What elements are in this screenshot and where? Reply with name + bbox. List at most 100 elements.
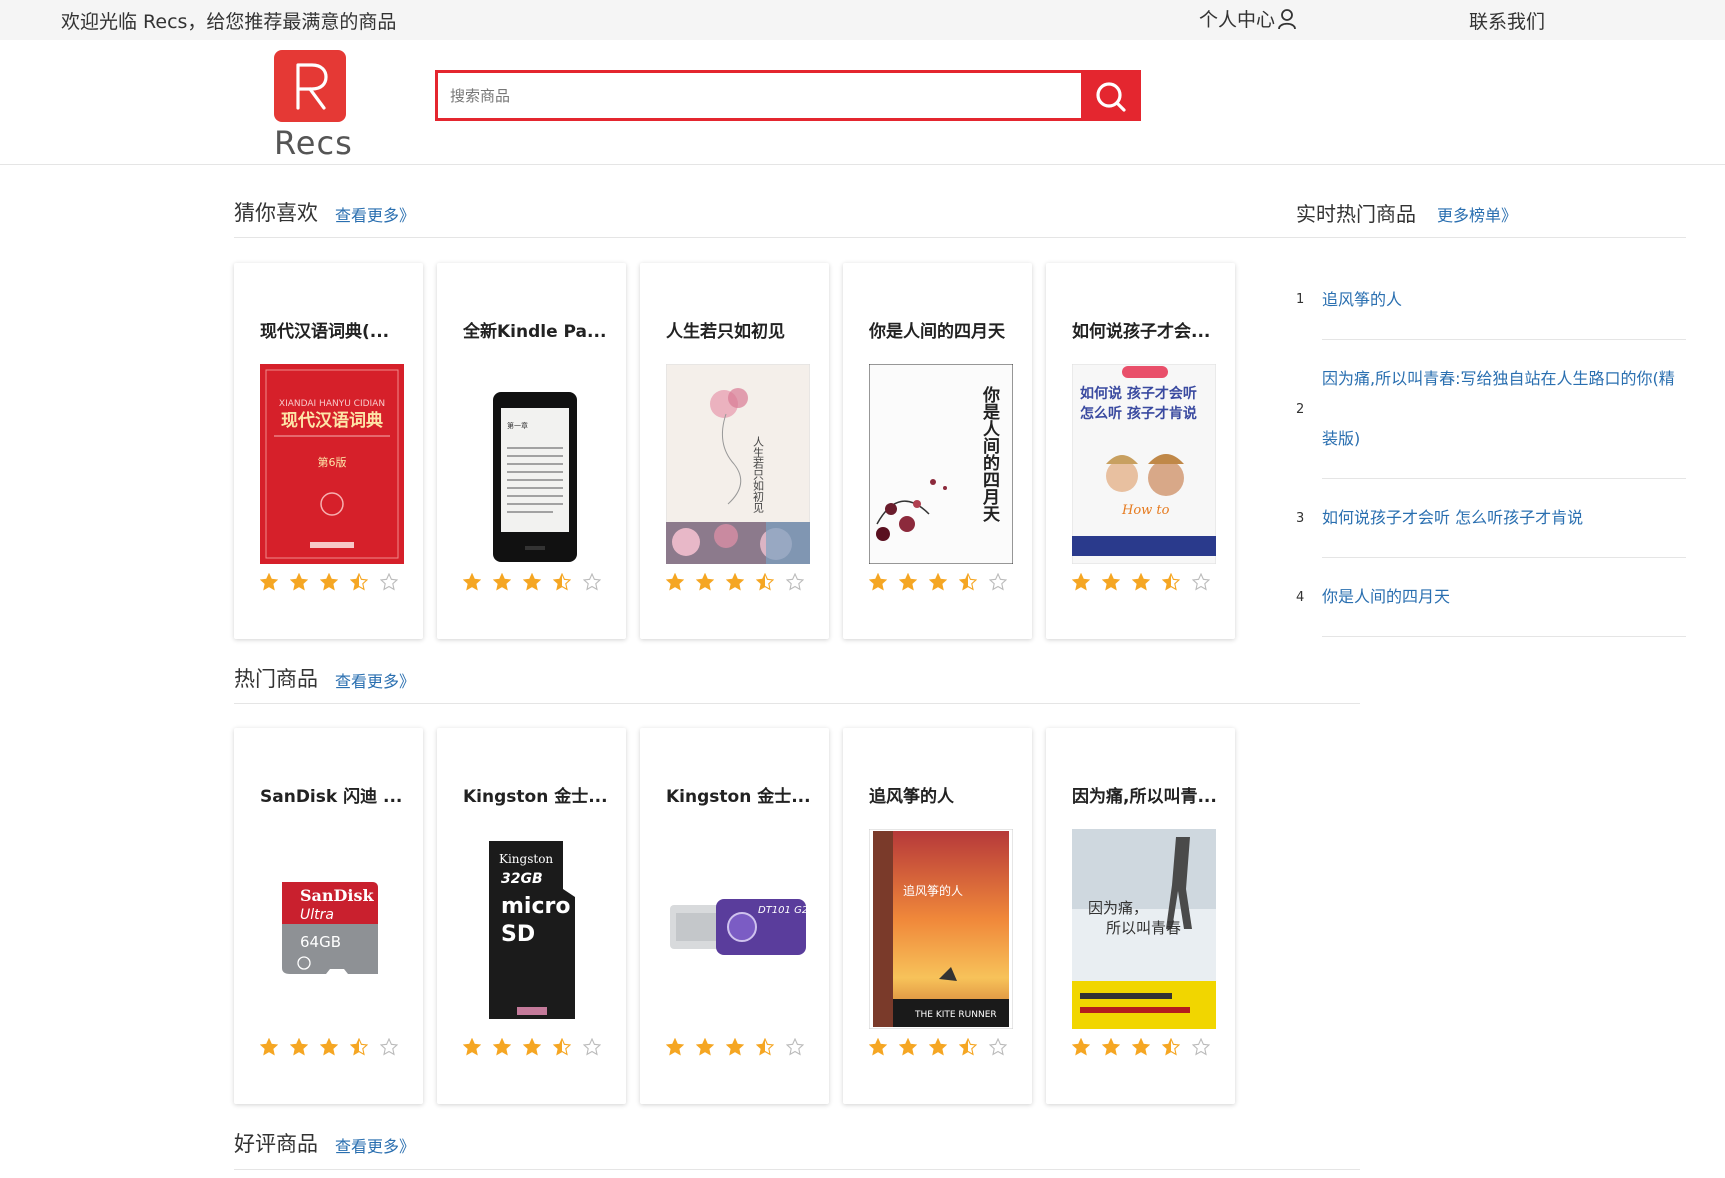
svg-text:因为痛，: 因为痛， [1088,899,1148,917]
rating-stars [666,1038,804,1056]
star-empty-icon [1192,573,1210,591]
hot-list-item[interactable]: 2 因为痛,所以叫青春:写给独自站在人生路口的你(精装版) [1296,340,1686,479]
hot-item-link[interactable]: 你是人间的四月天 [1322,582,1450,612]
svg-text:64GB: 64GB [300,933,341,951]
rating-stars [869,1038,1007,1056]
section-more-hot[interactable]: 查看更多》 [335,668,415,692]
svg-text:现代汉语词典: 现代汉语词典 [281,410,383,431]
header: Recs [0,40,1725,165]
star-empty-icon [786,573,804,591]
svg-text:你是人间的四月天: 你是人间的四月天 [979,385,1001,523]
hot-item-link[interactable]: 追风筝的人 [1322,285,1402,315]
star-full-icon [899,573,917,591]
hot-list-item[interactable]: 3 如何说孩子才会听 怎么听孩子才肯说 [1296,479,1686,558]
product-name: 人生若只如初见 [666,322,785,342]
svg-text:所以叫青春: 所以叫青春 [1106,919,1181,937]
product-card[interactable]: 人生若只如初见 人生若只如初见 [640,263,829,639]
product-card[interactable]: Kingston 金士... DT101 G2 [640,728,829,1104]
star-empty-icon [583,573,601,591]
section-title-guess: 猜你喜欢 [234,201,318,225]
star-full-icon [463,1038,481,1056]
product-card[interactable]: 追风筝的人 追风筝的人 THE KITE RUNNER [843,728,1032,1104]
hot-list-more[interactable]: 更多榜单》 [1437,202,1517,226]
hot-rank: 2 [1296,401,1305,417]
product-card[interactable]: Kingston 金士... Kingston 32GB micro SD [437,728,626,1104]
product-image: 你是人间的四月天 [869,364,1013,564]
product-image: 第一章 [463,364,607,564]
svg-text:SanDisk: SanDisk [300,886,375,905]
product-card[interactable]: 如何说孩子才会... 如何说 孩子才会听 怎么听 孩子才肯说 How to [1046,263,1235,639]
contact-us-link[interactable]: 联系我们 [1469,7,1545,34]
product-image: XIANDAI HANYU CIDIAN 现代汉语词典 第6版 [260,364,404,564]
product-card[interactable]: 因为痛,所以叫青... 因为痛， 所以叫青春 [1046,728,1235,1104]
star-half-icon [959,1038,977,1056]
star-full-icon [1102,573,1120,591]
product-card[interactable]: 你是人间的四月天 你是人间的四月天 [843,263,1032,639]
star-half-icon [350,573,368,591]
star-full-icon [493,1038,511,1056]
product-card[interactable]: 全新Kindle Pa... 第一章 [437,263,626,639]
star-full-icon [523,1038,541,1056]
product-name: 你是人间的四月天 [869,322,1005,342]
star-half-icon [553,573,571,591]
product-image: SanDisk Ultra 64GB [260,829,404,1029]
search-bar [435,70,1141,121]
star-full-icon [929,1038,947,1056]
product-card[interactable]: SanDisk 闪迪 ... SanDisk Ultra 64GB [234,728,423,1104]
hot-item-link[interactable]: 因为痛,所以叫青春:写给独自站在人生路口的你(精装版) [1322,349,1686,469]
svg-text:DT101 G2: DT101 G2 [758,905,808,916]
star-full-icon [1102,1038,1120,1056]
product-image: 如何说 孩子才会听 怎么听 孩子才肯说 How to [1072,364,1216,564]
svg-text:第一章: 第一章 [507,421,528,430]
star-half-icon [553,1038,571,1056]
hot-list-item[interactable]: 1 追风筝的人 [1296,260,1686,340]
section-more-guess[interactable]: 查看更多》 [335,202,415,226]
star-full-icon [290,573,308,591]
product-image: 追风筝的人 THE KITE RUNNER [869,829,1013,1029]
rating-stars [463,1038,601,1056]
hot-rank: 4 [1296,589,1305,605]
svg-text:如何说 孩子才会听: 如何说 孩子才会听 [1080,385,1197,402]
product-name: Kingston 金士... [463,787,608,807]
user-center-label: 个人中心 [1199,9,1276,31]
svg-text:Ultra: Ultra [300,907,334,923]
user-center-link[interactable]: 个人中心 [1199,5,1297,32]
search-input[interactable] [438,73,1081,118]
product-name: 全新Kindle Pa... [463,322,607,342]
star-full-icon [726,573,744,591]
star-empty-icon [380,1038,398,1056]
product-image: 因为痛， 所以叫青春 [1072,829,1216,1029]
search-button[interactable] [1081,73,1138,118]
star-full-icon [260,1038,278,1056]
svg-text:追风筝的人: 追风筝的人 [903,883,963,898]
section-title-hot: 热门商品 [234,667,318,691]
product-name: 如何说孩子才会... [1072,322,1211,342]
hot-list-divider [1296,237,1686,238]
section-divider [234,1169,1360,1170]
logo-badge [274,50,346,122]
product-image: Kingston 32GB micro SD [463,829,607,1029]
rating-stars [869,573,1007,591]
star-full-icon [899,1038,917,1056]
hot-list-item[interactable]: 4 你是人间的四月天 [1296,558,1686,637]
product-card[interactable]: 现代汉语词典(... XIANDAI HANYU CIDIAN 现代汉语词典 第… [234,263,423,639]
logo[interactable]: Recs [274,50,352,162]
star-full-icon [666,573,684,591]
section-more-rated[interactable]: 查看更多》 [335,1133,415,1157]
section-title-rated: 好评商品 [234,1132,318,1156]
star-full-icon [869,1038,887,1056]
rating-stars [1072,1038,1210,1056]
star-full-icon [290,1038,308,1056]
star-empty-icon [989,1038,1007,1056]
hot-list-title: 实时热门商品 [1296,202,1416,226]
rating-stars [463,573,601,591]
search-icon [1095,81,1126,112]
welcome-text: 欢迎光临 Recs，给您推荐最满意的商品 [61,11,397,33]
star-empty-icon [380,573,398,591]
product-name: 追风筝的人 [869,787,954,807]
product-row-guess: 现代汉语词典(... XIANDAI HANYU CIDIAN 现代汉语词典 第… [234,263,1235,639]
hot-item-link[interactable]: 如何说孩子才会听 怎么听孩子才肯说 [1322,503,1583,533]
star-empty-icon [989,573,1007,591]
product-image: 人生若只如初见 [666,364,810,564]
product-image: DT101 G2 [666,829,810,1029]
